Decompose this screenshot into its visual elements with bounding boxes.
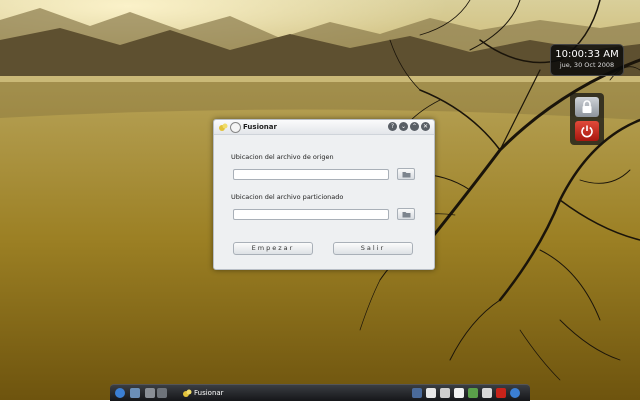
- app-icon: [183, 389, 192, 397]
- window-menu-button[interactable]: [230, 122, 241, 133]
- clipboard-icon[interactable]: [454, 388, 464, 398]
- source-file-label: Ubicacion del archivo de origen: [231, 153, 334, 161]
- dialog-title: Fusionar: [243, 123, 277, 131]
- split-file-label: Ubicacion del archivo particionado: [231, 193, 344, 201]
- start-button[interactable]: Empezar: [233, 242, 313, 255]
- lock-icon: [582, 100, 592, 113]
- browser-icon[interactable]: [510, 388, 520, 398]
- taskbar: Fusionar: [110, 384, 530, 401]
- clock-date: jue, 30 Oct 2008: [559, 61, 615, 69]
- split-browse-button[interactable]: [397, 208, 415, 220]
- clock-time: 10:00:33 AM: [555, 49, 619, 60]
- task-item-label: Fusionar: [194, 389, 224, 397]
- help-button[interactable]: ?: [388, 122, 397, 131]
- fusionar-dialog: Fusionar ? ⌄ ⌃ ✕ Ubicacion del archivo d…: [213, 119, 435, 270]
- session-widget: [570, 93, 604, 145]
- network-icon[interactable]: [482, 388, 492, 398]
- folder-icon: [402, 172, 411, 178]
- alert-icon[interactable]: [496, 388, 506, 398]
- source-browse-button[interactable]: [397, 168, 415, 180]
- folder-icon: [402, 212, 411, 218]
- lock-screen-button[interactable]: [575, 97, 599, 117]
- minimize-button[interactable]: ⌄: [399, 122, 408, 131]
- dialog-titlebar[interactable]: Fusionar ? ⌄ ⌃ ✕: [214, 120, 434, 135]
- source-file-input[interactable]: [233, 169, 389, 180]
- kde-menu-icon[interactable]: [115, 388, 125, 398]
- workspace-2-icon[interactable]: [157, 388, 167, 398]
- monitor-icon[interactable]: [412, 388, 422, 398]
- document-icon[interactable]: [426, 388, 436, 398]
- clock-widget[interactable]: 10:00:33 AM jue, 30 Oct 2008: [550, 44, 624, 76]
- split-file-input[interactable]: [233, 209, 389, 220]
- task-item-fusionar[interactable]: Fusionar: [180, 387, 250, 399]
- update-icon[interactable]: [468, 388, 478, 398]
- app-icon: [219, 123, 228, 131]
- close-button[interactable]: ✕: [421, 122, 430, 131]
- power-icon: [581, 125, 593, 138]
- logout-button[interactable]: [575, 121, 599, 141]
- maximize-button[interactable]: ⌃: [410, 122, 419, 131]
- workspace-1-icon[interactable]: [145, 388, 155, 398]
- exit-button[interactable]: Salir: [333, 242, 413, 255]
- volume-icon[interactable]: [440, 388, 450, 398]
- desktop-icon[interactable]: [130, 388, 140, 398]
